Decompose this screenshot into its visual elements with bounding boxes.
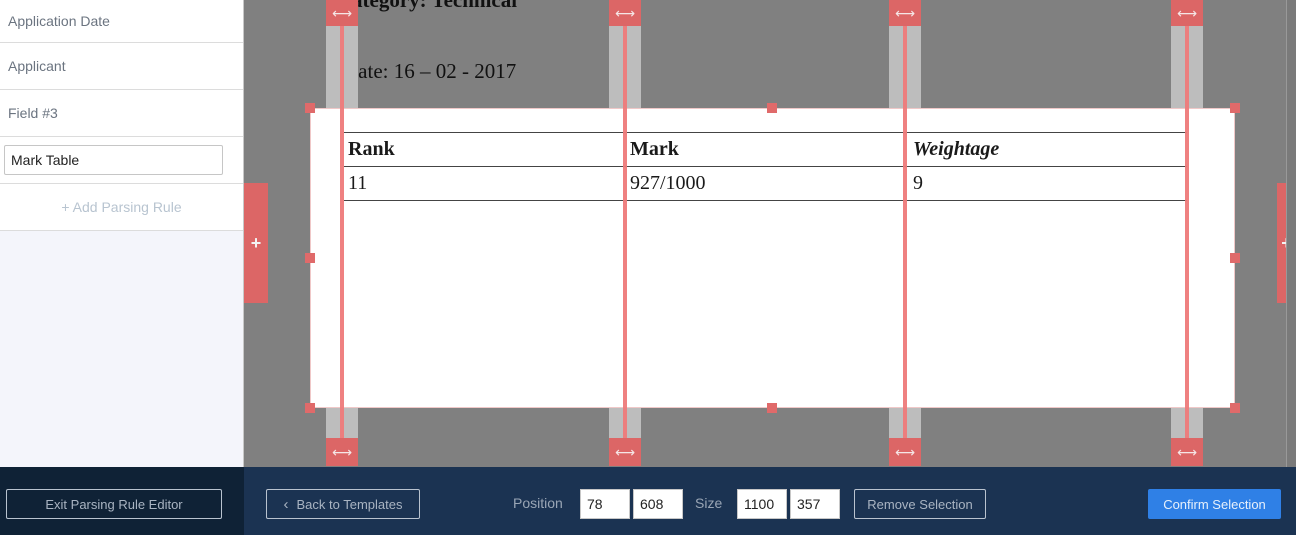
- divider-line[interactable]: [340, 24, 344, 438]
- add-column-left-button[interactable]: +: [244, 183, 268, 303]
- position-x-input[interactable]: [580, 489, 630, 519]
- sidebar-footer: Exit Parsing Rule Editor: [0, 467, 244, 535]
- cell-rank: 11: [344, 166, 626, 201]
- exit-parsing-rule-editor-button[interactable]: Exit Parsing Rule Editor: [6, 489, 222, 519]
- resize-handle-top-right[interactable]: [1230, 103, 1240, 113]
- remove-selection-button[interactable]: Remove Selection: [854, 489, 986, 519]
- table-row: 11 927/1000 9: [344, 166, 1187, 201]
- column-divider-4[interactable]: ⟷ ⟷: [1171, 0, 1203, 467]
- divider-line[interactable]: [623, 24, 627, 438]
- divider-line[interactable]: [1185, 24, 1189, 438]
- canvas-scrollbar[interactable]: [1286, 0, 1296, 467]
- field-item-field-3[interactable]: Field #3: [0, 90, 243, 137]
- resize-arrows-icon[interactable]: ⟷: [609, 0, 641, 26]
- back-label: Back to Templates: [296, 496, 403, 512]
- resize-arrows-icon[interactable]: ⟷: [1171, 438, 1203, 466]
- mark-table: Rank Mark Weightage 11 927/1000 9: [344, 132, 1187, 201]
- resize-arrows-icon[interactable]: ⟷: [889, 438, 921, 466]
- plus-icon: +: [250, 232, 262, 253]
- field-label: Field #3: [8, 105, 58, 121]
- resize-handle-bottom-right[interactable]: [1230, 403, 1240, 413]
- resize-handle-left[interactable]: [305, 253, 315, 263]
- confirm-selection-button[interactable]: Confirm Selection: [1148, 489, 1281, 519]
- resize-arrows-icon[interactable]: ⟷: [326, 438, 358, 466]
- resize-handle-bottom-left[interactable]: [305, 403, 315, 413]
- resize-arrows-icon[interactable]: ⟷: [889, 0, 921, 26]
- doc-category-text: ategory: Technical: [352, 0, 518, 12]
- divider-line[interactable]: [903, 24, 907, 438]
- document-canvas[interactable]: ategory: Technical Date: 16 – 02 - 2017 …: [244, 0, 1296, 467]
- cell-mark: 927/1000: [626, 166, 909, 201]
- column-divider-1[interactable]: ⟷ ⟷: [326, 0, 358, 467]
- size-label: Size: [695, 495, 723, 511]
- resize-arrows-icon[interactable]: ⟷: [609, 438, 641, 466]
- field-label: Application Date: [8, 13, 110, 29]
- size-height-input[interactable]: [790, 489, 840, 519]
- column-divider-3[interactable]: ⟷ ⟷: [889, 0, 921, 467]
- table-header-row: Rank Mark Weightage: [344, 132, 1187, 167]
- size-width-input[interactable]: [737, 489, 787, 519]
- cell-weightage: 9: [909, 166, 1187, 201]
- resize-arrows-icon[interactable]: ⟷: [1171, 0, 1203, 26]
- field-item-application-date[interactable]: Application Date: [0, 0, 243, 43]
- column-divider-2[interactable]: ⟷ ⟷: [609, 0, 641, 467]
- header-mark: Mark: [626, 132, 909, 167]
- resize-handle-right[interactable]: [1230, 253, 1240, 263]
- editor-footer: ‹ Back to Templates Position Size Remove…: [244, 467, 1296, 535]
- header-weightage: Weightage: [909, 132, 1187, 167]
- position-y-input[interactable]: [633, 489, 683, 519]
- position-label: Position: [513, 495, 563, 511]
- header-rank: Rank: [344, 132, 626, 167]
- resize-arrows-icon[interactable]: ⟷: [326, 0, 358, 26]
- back-to-templates-button[interactable]: ‹ Back to Templates: [266, 489, 420, 519]
- doc-date-text: Date: 16 – 02 - 2017: [343, 59, 517, 83]
- field-item-applicant[interactable]: Applicant: [0, 43, 243, 90]
- resize-handle-bottom[interactable]: [767, 403, 777, 413]
- resize-handle-top-left[interactable]: [305, 103, 315, 113]
- add-parsing-rule-button[interactable]: + Add Parsing Rule: [0, 184, 243, 231]
- parsing-rule-sidebar: Application Date Applicant Field #3 + Ad…: [0, 0, 244, 467]
- field-label: Applicant: [8, 58, 66, 74]
- field-item-editing: [0, 137, 243, 184]
- resize-handle-top[interactable]: [767, 103, 777, 113]
- chevron-left-icon: ‹: [283, 495, 289, 513]
- field-name-input[interactable]: [4, 145, 223, 175]
